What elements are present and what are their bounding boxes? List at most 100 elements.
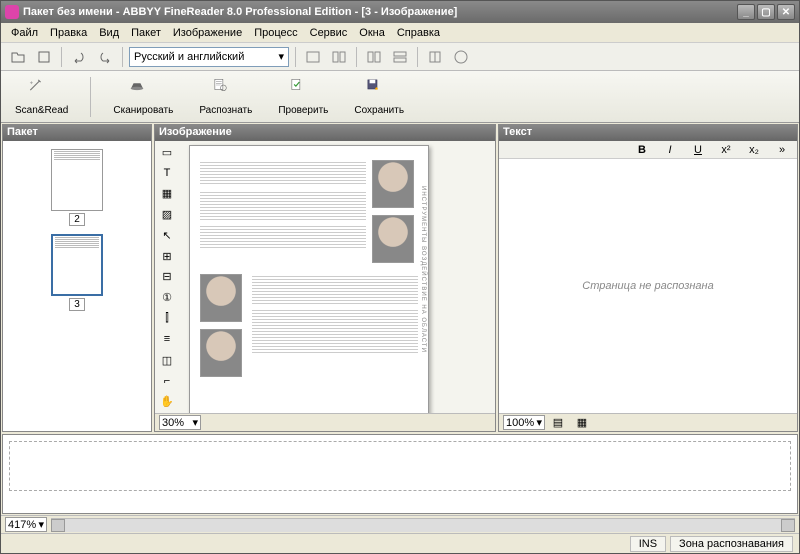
undo-icon[interactable] <box>68 46 90 68</box>
chevron-down-icon: ▾ <box>38 518 44 531</box>
chevron-down-icon: ▾ <box>192 416 198 429</box>
cut-part-icon[interactable]: ⊟ <box>157 268 177 287</box>
menu-edit[interactable]: Правка <box>44 25 93 41</box>
chevron-down-icon: ▾ <box>278 50 284 63</box>
menu-image[interactable]: Изображение <box>167 25 248 41</box>
scanread-button[interactable]: Scan&Read <box>11 75 72 118</box>
image-block-icon[interactable]: ▨ <box>157 205 177 224</box>
vertical-caption: ИНСТРУМЕНТЫ ВОЗДЕЙСТВИЕ НА ОБЛАСТИ <box>420 186 426 353</box>
menubar: Файл Правка Вид Пакет Изображение Процес… <box>1 23 799 43</box>
menu-service[interactable]: Сервис <box>304 25 354 41</box>
image-toolbar: ▭ T ▦ ▨ ↖ ⊞ ⊟ ① ⫿ ≡ ◫ ⌐ ✋ <box>155 141 179 413</box>
app-window: Пакет без имени - ABBYY FineReader 8.0 P… <box>0 0 800 554</box>
bottom-zoom-bar: 417%▾ <box>1 515 799 533</box>
save-star-icon <box>365 77 393 103</box>
eraser-icon[interactable]: ◫ <box>157 351 177 370</box>
main-toolbar: Scan&Read Сканировать Распознать Провери… <box>1 71 799 123</box>
titlebar: Пакет без имени - ABBYY FineReader 8.0 P… <box>1 1 799 23</box>
menu-file[interactable]: Файл <box>5 25 44 41</box>
help-icon[interactable] <box>450 46 472 68</box>
page-thumb-selected[interactable]: 3 <box>47 234 107 311</box>
standard-toolbar: Русский и английский ▾ <box>1 43 799 71</box>
separator <box>295 47 296 67</box>
page-number: 2 <box>69 213 85 226</box>
separator <box>90 77 91 117</box>
image-view[interactable]: ИНСТРУМЕНТЫ ВОЗДЕЙСТВИЕ НА ОБЛАСТИ <box>179 141 495 413</box>
renumber-icon[interactable]: ① <box>157 288 177 307</box>
page-thumb[interactable]: 2 <box>47 149 107 226</box>
status-ins: INS <box>630 536 666 552</box>
separator <box>122 47 123 67</box>
recognize-button[interactable]: Распознать <box>195 75 256 118</box>
menu-view[interactable]: Вид <box>93 25 125 41</box>
separator <box>61 47 62 67</box>
scanner-icon <box>129 77 157 103</box>
bold-icon[interactable]: B <box>631 139 653 161</box>
menu-windows[interactable]: Окна <box>353 25 391 41</box>
hand-icon[interactable]: ✋ <box>157 392 177 411</box>
more-icon[interactable]: » <box>771 139 793 161</box>
batch-body: 2 3 <box>3 141 151 431</box>
layout1-icon[interactable] <box>302 46 324 68</box>
photo-icon <box>372 215 414 263</box>
hsplit-icon[interactable]: ≡ <box>157 330 177 349</box>
close-button[interactable]: ✕ <box>777 4 795 20</box>
menu-help[interactable]: Справка <box>391 25 446 41</box>
layout2-icon[interactable] <box>328 46 350 68</box>
scrollbar-track[interactable] <box>65 519 781 532</box>
page-number: 3 <box>69 298 85 311</box>
layout4-icon[interactable] <box>389 46 411 68</box>
open-icon[interactable] <box>7 46 29 68</box>
text-pane: Текст B I U x² x₂ » Страница не распозна… <box>498 124 798 432</box>
scroll-right-icon[interactable] <box>781 519 795 532</box>
scan-button[interactable]: Сканировать <box>109 75 177 118</box>
statusbar: INS Зона распознавания <box>1 533 799 553</box>
crop-region[interactable] <box>9 441 791 491</box>
workspace: Пакет 2 3 Изображение ▭ <box>1 123 799 533</box>
document-page: ИНСТРУМЕНТЫ ВОЗДЕЙСТВИЕ НА ОБЛАСТИ <box>189 145 429 413</box>
text-block-icon[interactable]: T <box>157 164 177 183</box>
image-header: Изображение <box>155 125 495 141</box>
layout-tool-icon[interactable]: ▭ <box>157 143 177 162</box>
batch-header: Пакет <box>3 125 151 141</box>
layout3-icon[interactable] <box>363 46 385 68</box>
italic-icon[interactable]: I <box>659 139 681 161</box>
batch-pane: Пакет 2 3 <box>2 124 152 432</box>
pointer-icon[interactable]: ↖ <box>157 226 177 245</box>
redo-icon[interactable] <box>94 46 116 68</box>
bottom-zoom-select[interactable]: 417%▾ <box>5 517 47 532</box>
text-format-toolbar: B I U x² x₂ » <box>499 141 797 159</box>
maximize-button[interactable]: ▢ <box>757 4 775 20</box>
dict-icon[interactable] <box>424 46 446 68</box>
sub-icon[interactable]: x₂ <box>743 139 765 161</box>
app-icon <box>5 5 19 19</box>
image-pane: Изображение ▭ T ▦ ▨ ↖ ⊞ ⊟ ① ⫿ ≡ ◫ ⌐ <box>154 124 496 432</box>
super-icon[interactable]: x² <box>715 139 737 161</box>
image-zoom-select[interactable]: 30%▾ <box>159 415 201 430</box>
menu-process[interactable]: Процесс <box>248 25 303 41</box>
save-button[interactable]: Сохранить <box>350 75 408 118</box>
menu-batch[interactable]: Пакет <box>125 25 167 41</box>
language-select[interactable]: Русский и английский ▾ <box>129 47 289 67</box>
text-zoom-select[interactable]: 100%▾ <box>503 415 545 430</box>
table-block-icon[interactable]: ▦ <box>157 185 177 204</box>
language-value: Русский и английский <box>134 51 244 63</box>
photo-icon <box>200 329 242 377</box>
not-recognized-message: Страница не распознана <box>582 280 713 292</box>
minimize-button[interactable]: _ <box>737 4 755 20</box>
scroll-left-icon[interactable] <box>51 519 65 532</box>
save-icon[interactable] <box>33 46 55 68</box>
zoom-pane[interactable] <box>2 434 798 514</box>
text-zoom-bar: 100%▾ ▤ ▦ <box>499 413 797 431</box>
view-mode2-icon[interactable]: ▦ <box>571 412 593 434</box>
separator <box>356 47 357 67</box>
underline-icon[interactable]: U <box>687 139 709 161</box>
image-zoom-bar: 30%▾ <box>155 413 495 431</box>
crop-icon[interactable]: ⌐ <box>157 371 177 390</box>
vsplit-icon[interactable]: ⫿ <box>157 309 177 328</box>
view-mode1-icon[interactable]: ▤ <box>547 412 569 434</box>
recognize-icon <box>212 77 240 103</box>
check-button[interactable]: Проверить <box>274 75 332 118</box>
add-part-icon[interactable]: ⊞ <box>157 247 177 266</box>
wand-icon <box>28 77 56 103</box>
